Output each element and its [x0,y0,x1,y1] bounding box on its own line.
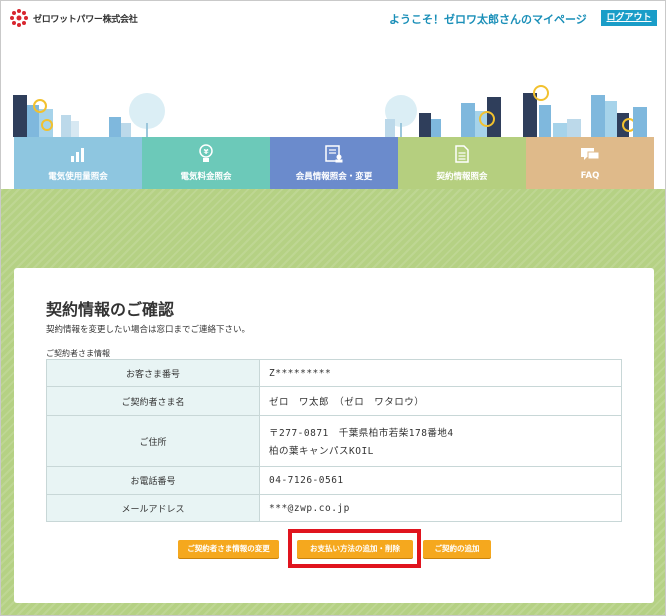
table-row: ご契約者さま名 ゼロ ワ太郎 （ゼロ ワタロウ） [46,386,622,416]
main-navigation: 電気使用量照会 ¥ 電気料金照会 会員情報照会・変更 契約情報照会 FAQ [14,137,654,189]
row-label: ご契約者さま名 [46,386,260,416]
row-label: メールアドレス [46,494,260,522]
lightbulb-yen-icon: ¥ [195,144,217,164]
nav-item-label: FAQ [580,171,600,181]
contractor-name-value: ゼロ ワ太郎 （ゼロ ワタロウ） [259,386,622,416]
nav-item-fee[interactable]: ¥ 電気料金照会 [142,137,270,189]
nav-item-label: 電気料金照会 [180,172,232,182]
welcome-message: ようこそ！ゼロワ太郎さんのマイページ [389,13,587,26]
svg-text:¥: ¥ [204,148,209,156]
site-header: ゼロワットパワー株式会社 ようこそ！ゼロワ太郎さんのマイページ ログアウト [1,1,665,39]
contractor-info-table: お客さま番号 Z********* ご契約者さま名 ゼロ ワ太郎 （ゼロ ワタロ… [46,359,622,522]
nav-item-contract[interactable]: 契約情報照会 [398,137,526,189]
highlight-box [288,529,421,568]
address-value: 〒277-0871 千葉県柏市若柴178番地4 柏の葉キャンパスKOIL [259,415,622,467]
phone-value: 04-7126-0561 [259,466,622,495]
nav-item-label: 電気使用量照会 [48,172,108,182]
member-card-icon [323,144,345,164]
city-skyline-illustration [1,39,665,137]
table-row: メールアドレス ***@zwp.co.jp [46,494,622,522]
nav-item-label: 契約情報照会 [436,172,488,182]
address-line-1: 〒277-0871 千葉県柏市若柴178番地4 [269,428,454,439]
table-row: お電話番号 04-7126-0561 [46,466,622,495]
speech-bubble-icon [579,145,601,165]
section-label: ご契約者さま情報 [46,349,110,358]
logo-text: ゼロワットパワー株式会社 [33,14,138,25]
browser-page: ゼロワットパワー株式会社 ようこそ！ゼロワ太郎さんのマイページ ログアウト 電気… [0,0,666,616]
nav-item-faq[interactable]: FAQ [526,137,654,189]
page-note: 契約情報を変更したい場合は窓口までご連絡下さい。 [46,325,251,335]
logout-button[interactable]: ログアウト [601,10,657,26]
table-row: お客さま番号 Z********* [46,359,622,387]
row-label: ご住所 [46,415,260,467]
add-contract-button[interactable]: ご契約の追加 [423,540,491,558]
nav-item-member[interactable]: 会員情報照会・変更 [270,137,398,189]
bar-chart-icon [67,144,89,164]
logo-mark-icon [9,8,29,28]
nav-item-usage[interactable]: 電気使用量照会 [14,137,142,189]
table-row: ご住所 〒277-0871 千葉県柏市若柴178番地4 柏の葉キャンパスKOIL [46,415,622,467]
row-label: お客さま番号 [46,359,260,387]
document-icon [451,144,473,164]
nav-item-label: 会員情報照会・変更 [295,172,373,182]
email-value: ***@zwp.co.jp [259,494,622,522]
customer-number-value: Z********* [259,359,622,387]
page-title: 契約情報のご確認 [46,300,175,319]
change-contractor-button[interactable]: ご契約者さま情報の変更 [178,540,279,558]
row-label: お電話番号 [46,466,260,495]
address-line-2: 柏の葉キャンパスKOIL [269,446,374,457]
company-logo[interactable]: ゼロワットパワー株式会社 [9,8,138,28]
